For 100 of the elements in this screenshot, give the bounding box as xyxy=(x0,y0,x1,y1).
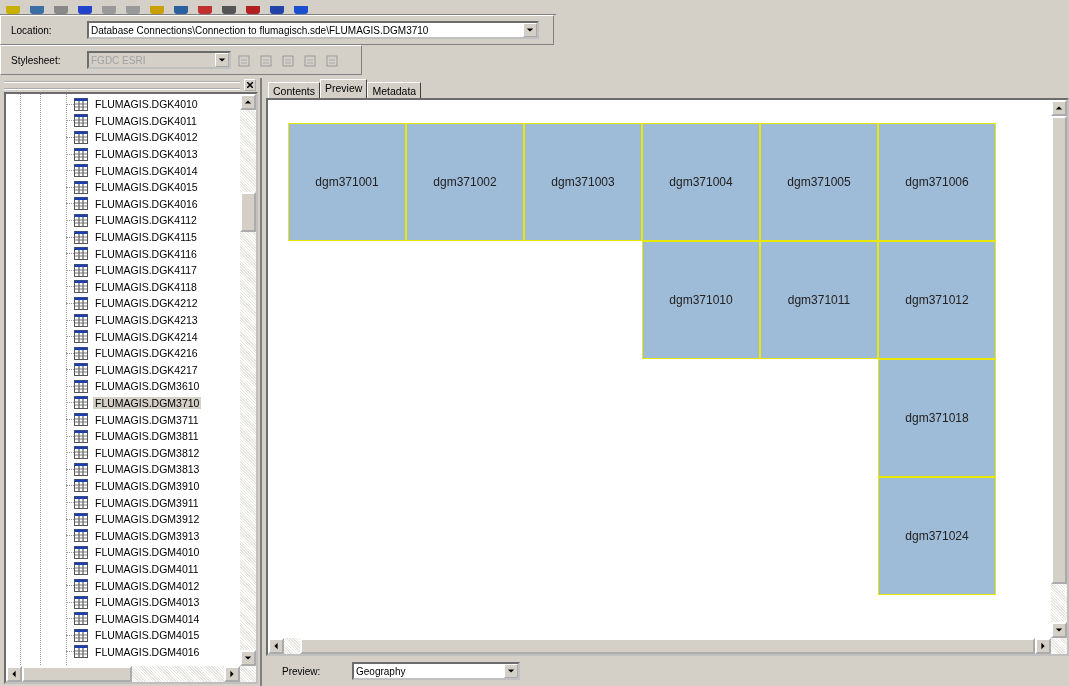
tree-item[interactable]: FLUMAGIS.DGK4115 xyxy=(93,231,199,244)
document-icon xyxy=(325,53,341,67)
tree-item[interactable]: FLUMAGIS.DGM3912 xyxy=(93,513,202,526)
toolbar-icon[interactable] xyxy=(102,6,116,14)
scrollbar-thumb[interactable] xyxy=(22,666,132,682)
scroll-down-button[interactable] xyxy=(1051,622,1067,638)
toolbar-icon[interactable] xyxy=(174,6,188,14)
up-arrow-icon xyxy=(244,98,252,106)
dropdown-arrow-icon xyxy=(218,56,226,64)
tree-item[interactable]: FLUMAGIS.DGK4117 xyxy=(93,264,199,277)
tree-item[interactable]: FLUMAGIS.DGK4216 xyxy=(93,347,200,360)
table-icon xyxy=(74,612,88,626)
tree-item[interactable]: FLUMAGIS.DGK4014 xyxy=(93,164,200,177)
scrollbar-thumb[interactable] xyxy=(240,192,256,232)
scroll-right-button[interactable] xyxy=(224,666,240,682)
tree-item[interactable]: FLUMAGIS.DGK4011 xyxy=(93,114,199,127)
map-tile: dgm371001 xyxy=(288,123,406,241)
tab[interactable]: Preview xyxy=(320,79,368,98)
tree-item[interactable]: FLUMAGIS.DGM4012 xyxy=(93,579,202,592)
tree-item[interactable]: FLUMAGIS.DGK4016 xyxy=(93,197,200,210)
tree-item[interactable]: FLUMAGIS.DGK4214 xyxy=(93,330,200,343)
tree-item[interactable]: FLUMAGIS.DGM4010 xyxy=(93,546,202,559)
toolbar-icon[interactable] xyxy=(198,6,212,14)
scroll-down-button[interactable] xyxy=(240,650,256,666)
dropdown-arrow-icon xyxy=(507,667,515,675)
map-tile: dgm371005 xyxy=(760,123,878,241)
preview-combo[interactable]: Geography xyxy=(352,662,520,680)
toolbar-icon[interactable] xyxy=(150,6,164,14)
tree-item[interactable]: FLUMAGIS.DGM3910 xyxy=(93,479,202,492)
tree-item[interactable]: FLUMAGIS.DGK4217 xyxy=(93,363,200,376)
toolbar-icon[interactable] xyxy=(222,6,236,14)
table-icon xyxy=(74,512,88,526)
table-icon xyxy=(74,579,88,592)
toolbar-icon[interactable] xyxy=(294,6,308,14)
table-icon xyxy=(74,595,88,609)
scrollbar-thumb[interactable] xyxy=(1051,116,1067,584)
tree-item[interactable]: FLUMAGIS.DGM3811 xyxy=(93,430,201,443)
scroll-up-button[interactable] xyxy=(1051,100,1067,116)
tree-item[interactable]: FLUMAGIS.DGK4116 xyxy=(93,247,199,260)
location-combo[interactable]: Database Connections\Connection to flumagisch.sde\FLUMAGIS.DGM3710 xyxy=(87,21,539,39)
toolbar-icon[interactable] xyxy=(270,6,284,14)
toolbar-icon[interactable] xyxy=(78,6,92,14)
tab[interactable]: Metadata xyxy=(367,82,422,98)
table-icon xyxy=(74,529,88,543)
preview-label: Preview: xyxy=(282,665,322,677)
map-tile: dgm371018 xyxy=(878,359,996,477)
tree-item[interactable]: FLUMAGIS.DGK4015 xyxy=(93,181,200,194)
down-arrow-icon xyxy=(244,654,252,662)
table-icon xyxy=(74,545,88,559)
toolbar-icon[interactable] xyxy=(126,6,140,14)
table-icon xyxy=(74,479,88,493)
tree-item[interactable]: FLUMAGIS.DGM4014 xyxy=(93,612,202,625)
tree-item[interactable]: FLUMAGIS.DGM4011 xyxy=(93,562,201,575)
down-arrow-icon xyxy=(1055,626,1063,634)
tree-item[interactable]: FLUMAGIS.DGM3710 xyxy=(93,397,202,409)
left-arrow-icon xyxy=(272,642,280,650)
document-icon xyxy=(303,53,319,67)
tree-item[interactable]: FLUMAGIS.DGK4212 xyxy=(93,297,200,310)
table-icon xyxy=(74,363,88,377)
table-icon xyxy=(74,131,88,144)
tree-item[interactable]: FLUMAGIS.DGM3813 xyxy=(93,463,202,476)
toolbar-icon[interactable] xyxy=(30,6,44,14)
scrollbar-thumb[interactable] xyxy=(300,638,1035,654)
map-tile: dgm371011 xyxy=(760,241,878,359)
close-button[interactable] xyxy=(244,79,256,91)
map-tile: dgm371002 xyxy=(406,123,524,241)
tree-item[interactable]: FLUMAGIS.DGM3913 xyxy=(93,529,202,542)
scroll-left-button[interactable] xyxy=(6,666,22,682)
tree-item[interactable]: FLUMAGIS.DGM3610 xyxy=(93,380,202,393)
table-icon xyxy=(74,413,88,427)
tree-item[interactable]: FLUMAGIS.DGK4118 xyxy=(93,280,199,293)
table-icon xyxy=(74,496,88,510)
tree-item[interactable]: FLUMAGIS.DGM3911 xyxy=(93,496,201,509)
tree-item[interactable]: FLUMAGIS.DGM4013 xyxy=(93,596,202,609)
toolbar-icon[interactable] xyxy=(54,6,68,14)
map-tile: dgm371024 xyxy=(878,477,996,595)
tree-item[interactable]: FLUMAGIS.DGK4013 xyxy=(93,148,200,161)
scroll-left-button[interactable] xyxy=(268,638,284,654)
map-tile: dgm371004 xyxy=(642,123,760,241)
scroll-up-button[interactable] xyxy=(240,94,256,110)
tree-item[interactable]: FLUMAGIS.DGM3812 xyxy=(93,446,202,459)
up-arrow-icon xyxy=(1055,104,1063,112)
stylesheet-label: Stylesheet: xyxy=(11,54,62,66)
location-label: Location: xyxy=(11,24,53,36)
tree-item[interactable]: FLUMAGIS.DGK4012 xyxy=(93,131,200,144)
table-icon xyxy=(74,446,88,460)
tree-item[interactable]: FLUMAGIS.DGM3711 xyxy=(93,413,201,426)
panel-grip[interactable] xyxy=(4,80,240,90)
close-icon xyxy=(247,82,253,88)
document-icon xyxy=(237,53,253,67)
tree-item[interactable]: FLUMAGIS.DGK4112 xyxy=(93,214,199,227)
scroll-right-button[interactable] xyxy=(1035,638,1051,654)
toolbar-icon[interactable] xyxy=(246,6,260,14)
tab[interactable]: Contents xyxy=(268,82,321,98)
tree-item[interactable]: FLUMAGIS.DGM4015 xyxy=(93,629,202,642)
left-arrow-icon xyxy=(10,670,18,678)
table-icon xyxy=(74,164,88,178)
tree-item[interactable]: FLUMAGIS.DGM4016 xyxy=(93,645,202,658)
tree-item[interactable]: FLUMAGIS.DGK4010 xyxy=(93,98,200,111)
tree-item[interactable]: FLUMAGIS.DGK4213 xyxy=(93,314,200,326)
